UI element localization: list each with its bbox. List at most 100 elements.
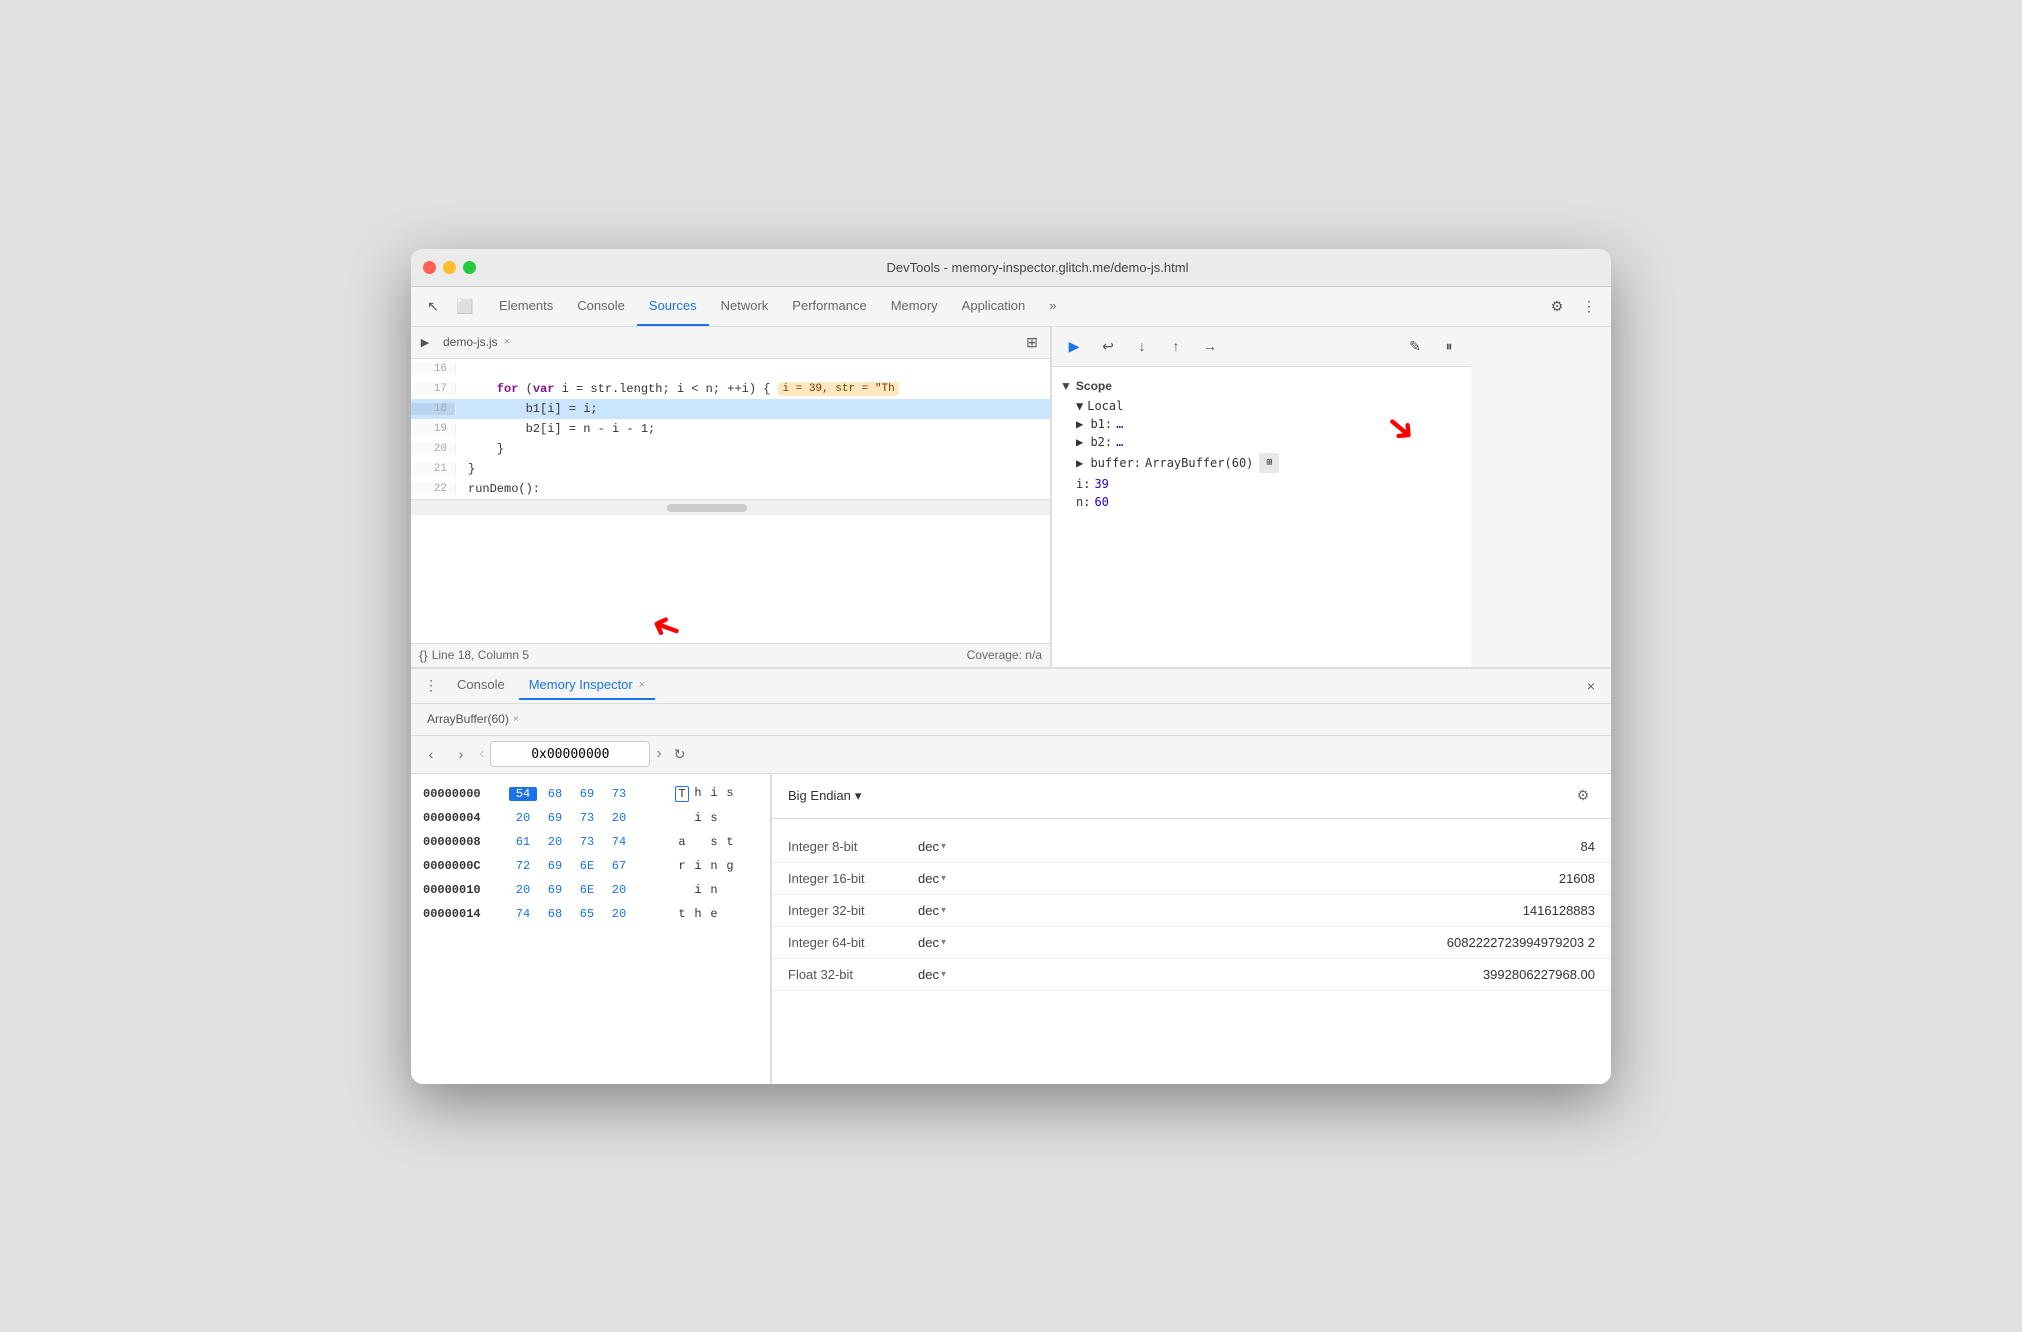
- hex-byte-5-2[interactable]: 65: [573, 907, 601, 921]
- hex-byte-3-0[interactable]: 72: [509, 859, 537, 873]
- hex-char-1-3[interactable]: [723, 811, 737, 825]
- mi-nav-next[interactable]: ›: [656, 745, 661, 763]
- int16-format[interactable]: dec ▾: [918, 871, 998, 886]
- hex-byte-4-2[interactable]: 6E: [573, 883, 601, 897]
- tab-sources[interactable]: Sources: [637, 287, 709, 326]
- hex-byte-3-2[interactable]: 6E: [573, 859, 601, 873]
- step-into-button[interactable]: ↓: [1128, 332, 1156, 360]
- mi-address-input[interactable]: [490, 741, 650, 767]
- hex-byte-5-0[interactable]: 74: [509, 907, 537, 921]
- hex-byte-0-2[interactable]: 69: [573, 787, 601, 801]
- file-tree-toggle[interactable]: ▶: [415, 332, 435, 352]
- close-button[interactable]: [423, 261, 436, 274]
- hex-char-5-2[interactable]: e: [707, 907, 721, 921]
- hex-char-3-1[interactable]: i: [691, 859, 705, 873]
- maximize-button[interactable]: [463, 261, 476, 274]
- more-options-icon[interactable]: ⋮: [1575, 292, 1603, 320]
- hex-char-2-3[interactable]: t: [723, 835, 737, 849]
- hex-char-5-3[interactable]: [723, 907, 737, 921]
- hex-char-0-1[interactable]: h: [691, 786, 705, 802]
- arraybuffer-tab-close[interactable]: ×: [513, 714, 519, 725]
- hex-char-4-3[interactable]: [723, 883, 737, 897]
- hex-byte-1-0[interactable]: 20: [509, 811, 537, 825]
- tab-more[interactable]: »: [1037, 287, 1068, 326]
- hex-char-1-1[interactable]: i: [691, 811, 705, 825]
- float32-format[interactable]: dec ▾: [918, 967, 998, 982]
- hex-byte-4-3[interactable]: 20: [605, 883, 633, 897]
- mi-back-button[interactable]: ‹: [419, 742, 443, 766]
- hex-byte-2-3[interactable]: 74: [605, 835, 633, 849]
- scope-b1-val: …: [1116, 417, 1123, 431]
- tab-network[interactable]: Network: [709, 287, 781, 326]
- step-over-button[interactable]: ↩: [1094, 332, 1122, 360]
- deactivate-breakpoints-button[interactable]: ✎: [1401, 332, 1429, 360]
- hex-char-1-0[interactable]: [675, 811, 689, 825]
- hex-char-3-2[interactable]: n: [707, 859, 721, 873]
- inspect-element-button[interactable]: ↖: [419, 292, 447, 320]
- settings-icon[interactable]: ⚙: [1543, 292, 1571, 320]
- hex-char-4-1[interactable]: i: [691, 883, 705, 897]
- hex-byte-0-1[interactable]: 68: [541, 787, 569, 801]
- hex-byte-4-0[interactable]: 20: [509, 883, 537, 897]
- int64-format[interactable]: dec ▾: [918, 935, 998, 950]
- hex-byte-5-1[interactable]: 68: [541, 907, 569, 921]
- panel-close-button[interactable]: ×: [1579, 674, 1603, 698]
- step-out-button[interactable]: ↑: [1162, 332, 1190, 360]
- hex-byte-3-3[interactable]: 67: [605, 859, 633, 873]
- hex-byte-2-2[interactable]: 73: [573, 835, 601, 849]
- open-memory-inspector-icon[interactable]: ⊞: [1259, 453, 1279, 473]
- mi-forward-button[interactable]: ›: [449, 742, 473, 766]
- hex-char-4-2[interactable]: n: [707, 883, 721, 897]
- file-search-icon[interactable]: ⊞: [1018, 328, 1046, 356]
- file-tab-demo-js[interactable]: demo-js.js ×: [435, 328, 518, 356]
- memory-inspector-close-icon[interactable]: ×: [639, 679, 645, 691]
- mi-refresh-button[interactable]: ↻: [668, 742, 692, 766]
- hex-char-0-2[interactable]: i: [707, 786, 721, 802]
- hex-char-4-0[interactable]: [675, 883, 689, 897]
- format-icon[interactable]: {}: [419, 648, 428, 663]
- hex-char-3-0[interactable]: r: [675, 859, 689, 873]
- hex-byte-1-3[interactable]: 20: [605, 811, 633, 825]
- tab-application[interactable]: Application: [950, 287, 1038, 326]
- hex-byte-1-2[interactable]: 73: [573, 811, 601, 825]
- hex-char-2-0[interactable]: a: [675, 835, 689, 849]
- tab-elements[interactable]: Elements: [487, 287, 565, 326]
- hex-byte-2-0[interactable]: 61: [509, 835, 537, 849]
- device-toggle-button[interactable]: ⬜: [451, 292, 479, 320]
- tab-console[interactable]: Console: [565, 287, 637, 326]
- int32-format[interactable]: dec ▾: [918, 903, 998, 918]
- hex-char-2-1[interactable]: [691, 835, 705, 849]
- resume-button[interactable]: ▶: [1060, 332, 1088, 360]
- panel-menu-icon[interactable]: ⋮: [419, 674, 443, 698]
- step-button[interactable]: →: [1196, 332, 1224, 360]
- hex-char-3-3[interactable]: g: [723, 859, 737, 873]
- hex-byte-4-1[interactable]: 69: [541, 883, 569, 897]
- tab-memory-inspector[interactable]: Memory Inspector ×: [519, 672, 655, 700]
- hex-byte-0-0[interactable]: 54: [509, 787, 537, 801]
- endian-selector[interactable]: Big Endian ▾: [788, 788, 861, 804]
- hex-byte-5-3[interactable]: 20: [605, 907, 633, 921]
- hex-char-5-1[interactable]: h: [691, 907, 705, 921]
- scope-item-buffer[interactable]: ▶ buffer: ArrayBuffer(60) ⊞: [1060, 451, 1463, 475]
- hex-char-2-2[interactable]: s: [707, 835, 721, 849]
- hex-char-0-0[interactable]: T: [675, 786, 689, 802]
- inspector-settings-icon[interactable]: ⚙: [1571, 784, 1595, 808]
- tab-memory[interactable]: Memory: [879, 287, 950, 326]
- tab-console-bottom[interactable]: Console: [447, 672, 515, 700]
- hex-byte-1-1[interactable]: 69: [541, 811, 569, 825]
- hex-char-1-2[interactable]: s: [707, 811, 721, 825]
- horizontal-scrollbar[interactable]: [411, 499, 1050, 515]
- scope-title[interactable]: ▼ Scope: [1060, 375, 1463, 397]
- hex-byte-0-3[interactable]: 73: [605, 787, 633, 801]
- mi-arraybuffer-tab[interactable]: ArrayBuffer(60) ×: [419, 706, 527, 732]
- int8-format[interactable]: dec ▾: [918, 839, 998, 854]
- file-tab-close-icon[interactable]: ×: [504, 336, 510, 348]
- minimize-button[interactable]: [443, 261, 456, 274]
- hex-char-0-3[interactable]: s: [723, 786, 737, 802]
- hex-byte-2-1[interactable]: 20: [541, 835, 569, 849]
- tab-performance[interactable]: Performance: [780, 287, 878, 326]
- mi-nav-prev[interactable]: ‹: [479, 745, 484, 763]
- pause-on-exceptions-button[interactable]: ⏸: [1435, 332, 1463, 360]
- hex-char-5-0[interactable]: t: [675, 907, 689, 921]
- hex-byte-3-1[interactable]: 69: [541, 859, 569, 873]
